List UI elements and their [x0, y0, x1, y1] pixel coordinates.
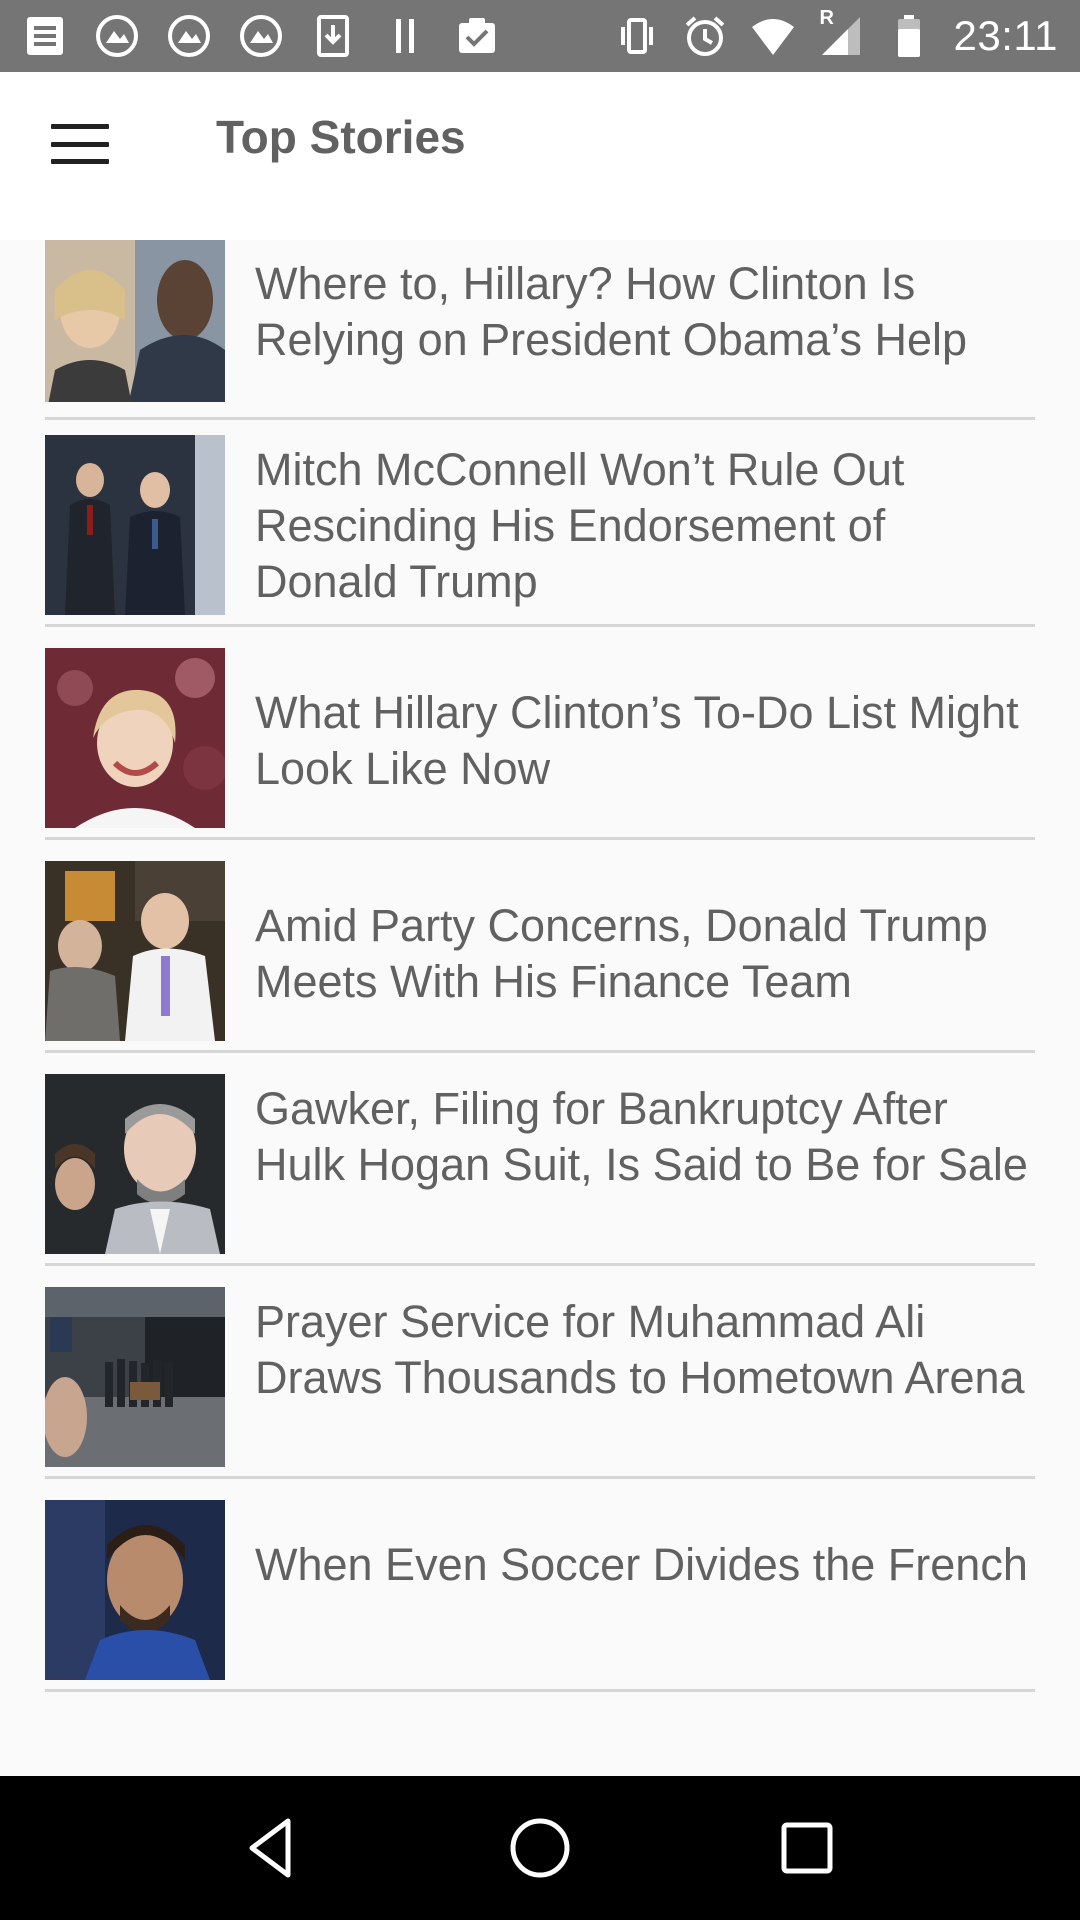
- story-item[interactable]: Where to, Hillary? How Clinton Is Relyin…: [45, 240, 1035, 420]
- vibrate-icon: [614, 13, 660, 59]
- document-icon: [22, 13, 68, 59]
- story-thumbnail: [45, 1074, 225, 1254]
- back-button[interactable]: [223, 1798, 323, 1898]
- story-item[interactable]: Gawker, Filing for Bankruptcy After Hulk…: [45, 1074, 1035, 1266]
- recents-button[interactable]: [757, 1798, 857, 1898]
- story-thumbnail: [45, 648, 225, 828]
- battery-icon: [886, 13, 932, 59]
- gallery-icon: [166, 13, 212, 59]
- home-button[interactable]: [490, 1798, 590, 1898]
- story-item[interactable]: When Even Soccer Divides the French: [45, 1500, 1035, 1692]
- page-title: Top Stories: [216, 111, 466, 163]
- gallery-icon: [94, 13, 140, 59]
- story-item[interactable]: Amid Party Concerns, Donald Trump Meets …: [45, 861, 1035, 1053]
- pause-icon: [382, 13, 428, 59]
- story-item[interactable]: What Hillary Clinton’s To-Do List Might …: [45, 648, 1035, 840]
- clipboard-check-icon: [454, 13, 500, 59]
- status-bar: R 23:11: [0, 0, 1080, 72]
- wifi-icon: [750, 13, 796, 59]
- alarm-icon: [682, 13, 728, 59]
- clock: 23:11: [953, 12, 1058, 59]
- menu-button[interactable]: [30, 94, 130, 194]
- story-headline: What Hillary Clinton’s To-Do List Might …: [255, 687, 1019, 794]
- navigation-bar: [0, 1776, 1080, 1920]
- story-thumbnail: [45, 861, 225, 1041]
- back-icon: [249, 1818, 291, 1878]
- signal-roaming-icon: R: [818, 7, 864, 59]
- story-headline: Amid Party Concerns, Donald Trump Meets …: [255, 900, 988, 1007]
- story-headline: Gawker, Filing for Bankruptcy After Hulk…: [255, 1083, 1028, 1190]
- story-headline: When Even Soccer Divides the French: [255, 1539, 1028, 1590]
- download-icon: [310, 13, 356, 59]
- story-thumbnail: [45, 435, 225, 615]
- notification-icons: [22, 13, 500, 59]
- story-headline: Prayer Service for Muhammad Ali Draws Th…: [255, 1296, 1025, 1403]
- gallery-icon: [238, 13, 284, 59]
- hamburger-menu-icon: [51, 124, 109, 164]
- system-icons: R 23:11: [614, 7, 1059, 60]
- roaming-label: R: [819, 7, 834, 29]
- story-thumbnail: [45, 1287, 225, 1467]
- story-thumbnail: [45, 1500, 225, 1680]
- recents-icon: [781, 1822, 833, 1874]
- story-item[interactable]: Prayer Service for Muhammad Ali Draws Th…: [45, 1287, 1035, 1479]
- story-item[interactable]: Mitch McConnell Won’t Rule Out Rescindin…: [45, 435, 1035, 627]
- story-headline: Mitch McConnell Won’t Rule Out Rescindin…: [255, 444, 905, 607]
- app-bar: Top Stories: [0, 72, 1080, 240]
- home-icon: [510, 1818, 570, 1878]
- story-thumbnail: [45, 240, 225, 402]
- story-headline: Where to, Hillary? How Clinton Is Relyin…: [255, 258, 968, 365]
